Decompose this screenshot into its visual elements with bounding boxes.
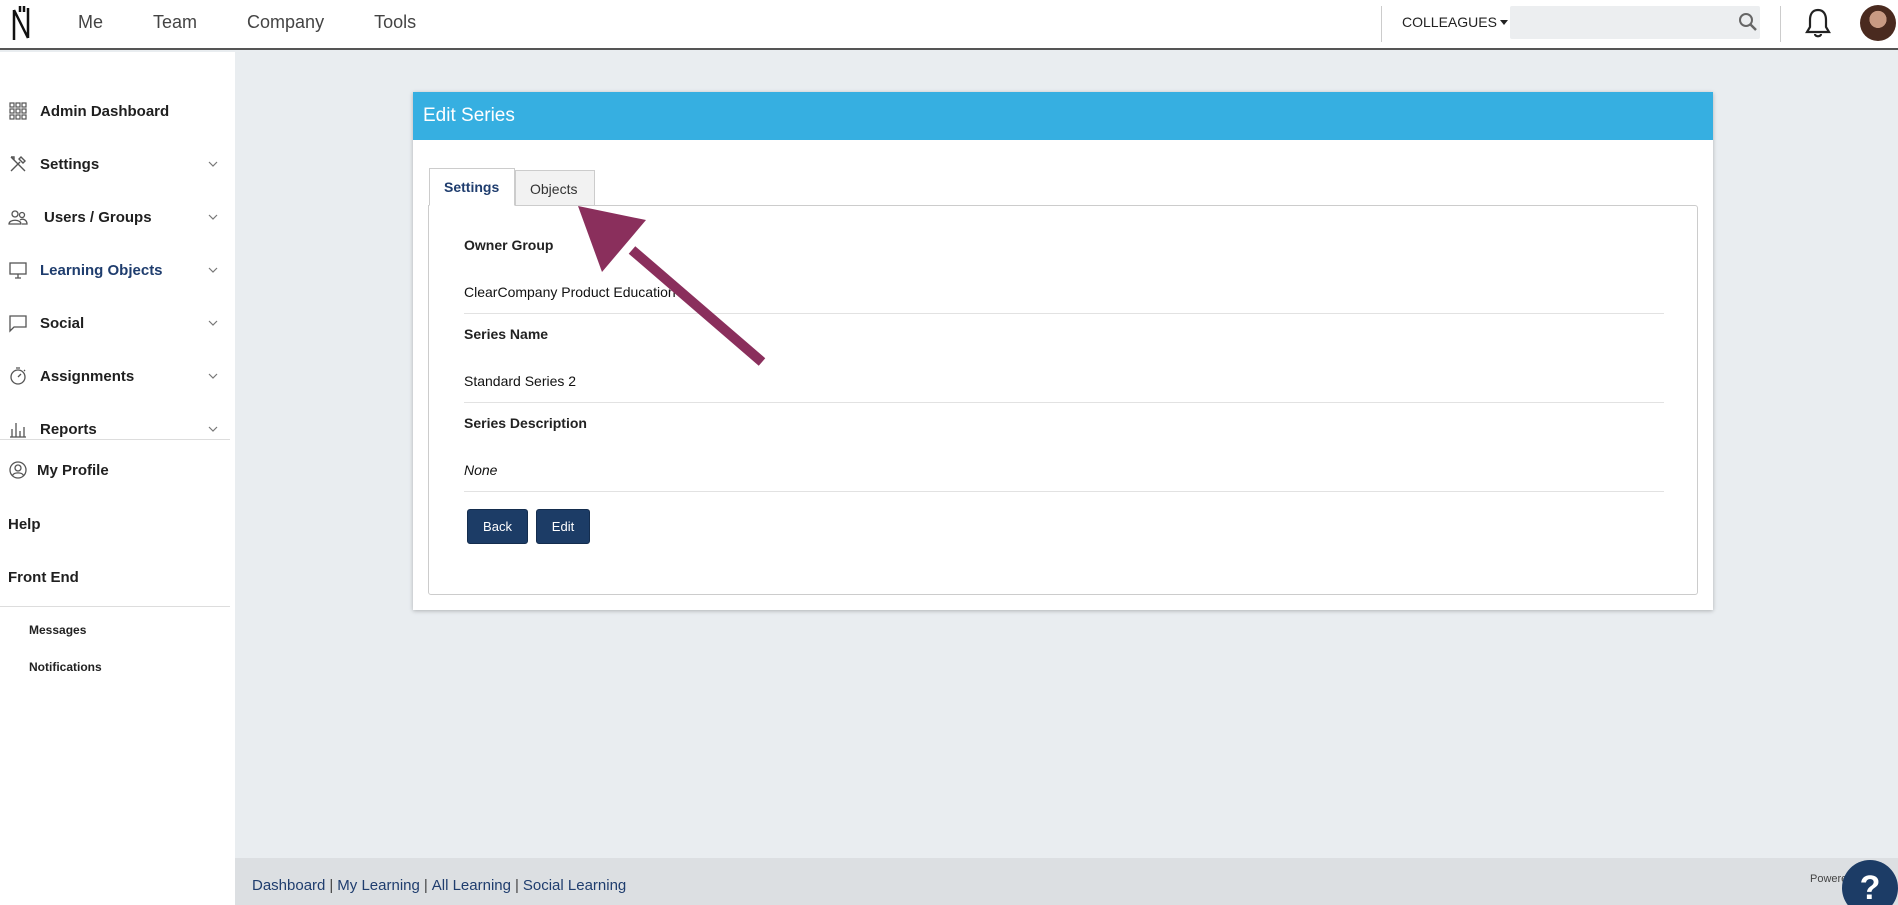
divider <box>1381 6 1382 42</box>
tools-icon <box>10 156 26 172</box>
search-input[interactable] <box>1510 6 1760 39</box>
footer-link-all-learning[interactable]: All Learning <box>432 877 511 894</box>
series-name-value: Standard Series 2 <box>464 373 577 389</box>
footer-link-social-learning[interactable]: Social Learning <box>523 877 626 894</box>
footer-link-dashboard[interactable]: Dashboard <box>252 877 325 894</box>
search-icon[interactable] <box>1737 11 1759 33</box>
series-description-label: Series Description <box>464 415 587 431</box>
chevron-down-icon <box>208 426 218 432</box>
sidebar-item-label: Admin Dashboard <box>40 102 170 120</box>
sidebar-item-label: Front End <box>8 568 79 586</box>
chevron-down-icon <box>208 373 218 379</box>
owner-group-label: Owner Group <box>464 237 554 253</box>
monitor-icon <box>9 262 27 279</box>
chevron-down-icon <box>208 267 218 273</box>
sidebar-item-admin-dashboard[interactable]: Admin Dashboard <box>0 91 230 131</box>
sidebar-item-label: Users / Groups <box>44 208 152 226</box>
divider <box>464 491 1664 492</box>
sidebar-item-users-groups[interactable]: Users / Groups <box>0 197 230 237</box>
sidebar-item-label: Social <box>40 314 85 332</box>
edit-button[interactable]: Edit <box>536 509 590 544</box>
divider <box>1780 6 1781 42</box>
bar-chart-icon <box>10 423 26 438</box>
sidebar-item-label: Settings <box>40 155 100 173</box>
card-title: Edit Series <box>413 92 1713 140</box>
nav-tools[interactable]: Tools <box>374 12 416 33</box>
sidebar-item-reports[interactable]: Reports <box>0 409 230 449</box>
divider <box>0 439 230 440</box>
nav-team[interactable]: Team <box>153 12 197 33</box>
sidebar-link-messages[interactable]: Messages <box>29 623 86 637</box>
footer-link-my-learning[interactable]: My Learning <box>337 877 420 894</box>
sidebar-item-settings[interactable]: Settings <box>0 144 230 184</box>
divider <box>0 606 230 607</box>
sidebar-item-learning-objects[interactable]: Learning Objects <box>0 250 230 290</box>
top-nav: Me Team Company Tools <box>78 0 466 44</box>
back-button[interactable]: Back <box>467 509 528 544</box>
chevron-down-icon <box>208 320 218 326</box>
footer: Dashboard | My Learning | All Learning | Socia… <box>235 858 1898 905</box>
series-name-label: Series Name <box>464 326 549 342</box>
sidebar-item-my-profile[interactable]: My Profile <box>0 450 230 490</box>
series-description-value: None <box>464 462 498 478</box>
sidebar-item-social[interactable]: Social <box>0 303 230 343</box>
logo-icon[interactable] <box>10 4 34 44</box>
colleagues-dropdown[interactable]: COLLEAGUES <box>1402 14 1508 30</box>
sidebar-item-label: Learning Objects <box>40 261 163 279</box>
chat-icon <box>9 315 27 333</box>
nav-me[interactable]: Me <box>78 12 103 33</box>
tab-settings[interactable]: Settings <box>429 168 515 206</box>
sidebar-item-assignments[interactable]: Assignments <box>0 356 230 396</box>
annotation-arrow <box>578 206 766 366</box>
chevron-down-icon <box>208 161 218 167</box>
avatar[interactable] <box>1860 5 1896 41</box>
footer-links: Dashboard | My Learning | All Learning | Socia… <box>252 877 627 894</box>
top-bar: Me Team Company Tools COLLEAGUES <box>0 0 1898 50</box>
sidebar-item-label: Reports <box>40 420 97 438</box>
chevron-down-icon <box>208 214 218 220</box>
grid-icon <box>9 102 27 120</box>
colleagues-label: COLLEAGUES <box>1402 14 1497 30</box>
sidebar-link-notifications[interactable]: Notifications <box>29 660 102 674</box>
stopwatch-icon <box>10 367 26 385</box>
bell-icon[interactable] <box>1803 7 1833 39</box>
user-circle-icon <box>9 461 27 479</box>
sidebar-item-front-end[interactable]: Front End <box>0 557 230 597</box>
sidebar-item-help[interactable]: Help <box>0 504 230 544</box>
caret-down-icon <box>1499 19 1508 25</box>
users-icon <box>8 210 28 225</box>
sidebar: Admin Dashboard Settings Users / Groups … <box>0 52 235 905</box>
nav-company[interactable]: Company <box>247 12 324 33</box>
divider <box>464 402 1664 403</box>
sidebar-item-label: My Profile <box>37 461 109 479</box>
sidebar-item-label: Assignments <box>40 367 135 385</box>
sidebar-item-label: Help <box>8 515 41 533</box>
